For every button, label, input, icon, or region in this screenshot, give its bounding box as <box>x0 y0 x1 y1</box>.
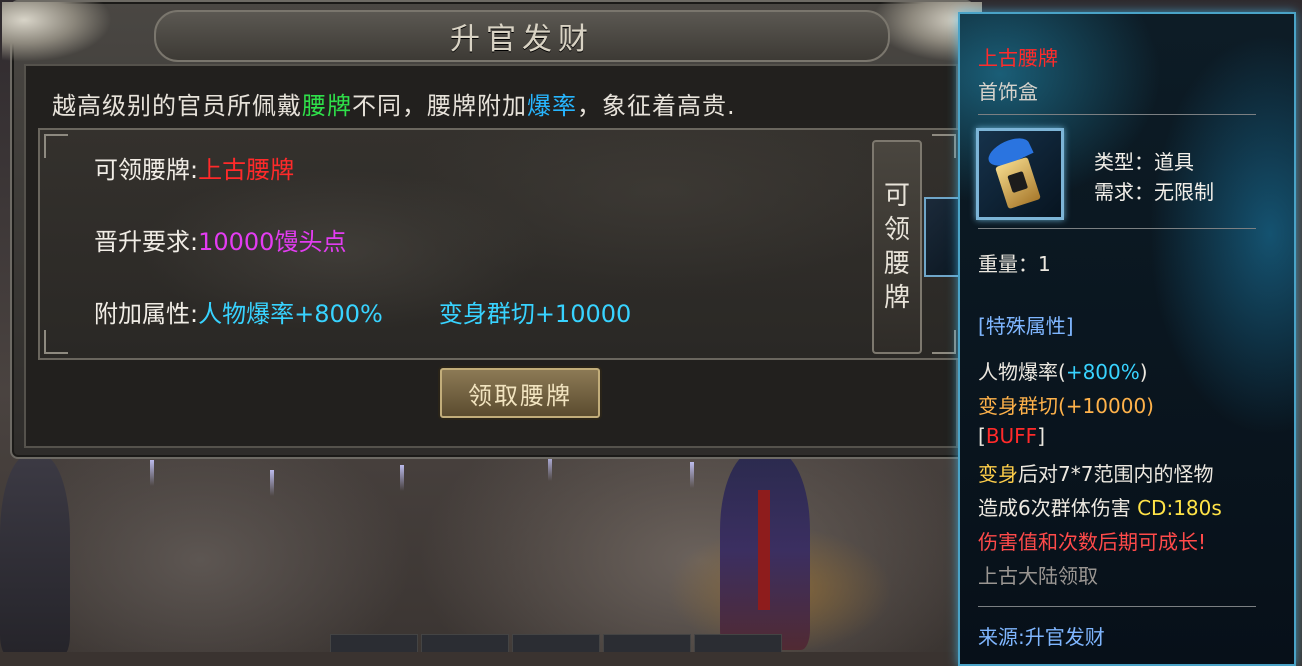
desc-highlight-droprate: 爆率 <box>527 92 577 120</box>
hotbar-slot[interactable] <box>330 634 418 652</box>
panel-description: 越高级别的官员所佩戴腰牌不同，腰牌附加爆率，象征着高贵. <box>52 86 736 121</box>
buff-desc-text: 后对7*7范围内的怪物 <box>1018 462 1214 486</box>
hotbar-slot[interactable] <box>512 634 600 652</box>
badge-value[interactable]: 上古腰牌 <box>198 156 294 184</box>
sparkle-effect <box>690 462 694 488</box>
sparkle-effect <box>150 460 154 486</box>
item-source: 来源:升官发财 <box>978 625 1105 649</box>
item-tooltip: 上古腰牌 首饰盒 类型：道具 需求：无限制 重量：1 [特殊属性] 人物爆率(+… <box>958 12 1296 666</box>
attribute-drop-rate: 人物爆率+800% <box>198 300 383 328</box>
item-name: 上古腰牌 <box>978 46 1058 70</box>
claim-badge-button[interactable]: 领取腰牌 <box>440 368 600 418</box>
corner-ornament <box>932 134 956 158</box>
vertical-char: 腰 <box>883 249 910 279</box>
desc-text: ，象征着高贵. <box>577 92 736 120</box>
hotbar-slot[interactable] <box>694 634 782 652</box>
drop-rate-label: 人物爆率( <box>978 360 1066 384</box>
drop-rate-value: +800% <box>1065 360 1140 384</box>
item-type-row: 类型：道具 <box>1094 146 1194 175</box>
buff-description-2: 造成6次群体伤害 CD:180s <box>978 492 1222 521</box>
item-container: 首饰盒 <box>978 80 1038 104</box>
corner-ornament <box>44 134 68 158</box>
item-requirement-row: 需求：无限制 <box>1094 176 1214 205</box>
requirement-value: 10000馒头点 <box>198 228 347 256</box>
badge-label: 可领腰牌: <box>94 156 199 184</box>
growth-note: 伤害值和次数后期可成长! <box>978 530 1207 554</box>
vertical-char: 可 <box>883 181 910 211</box>
desc-highlight-badge: 腰牌 <box>302 92 352 120</box>
transform-label: 变身群切 <box>978 394 1058 418</box>
buff-desc-text: 造成6次群体伤害 <box>978 496 1138 520</box>
weight-value: 1 <box>1038 252 1051 276</box>
sparkle-effect <box>270 470 274 496</box>
badge-row: 可领腰牌:上古腰牌 <box>94 150 294 185</box>
buff-text: BUFF <box>985 424 1038 448</box>
hotbar-slot[interactable] <box>603 634 691 652</box>
divider <box>978 606 1256 607</box>
attribute-label: 附加属性: <box>94 300 199 328</box>
desc-text: 不同，腰牌附加 <box>352 92 527 120</box>
buff-line: [BUFF] <box>978 424 1045 448</box>
attribute-row: 附加属性:人物爆率+800% 变身群切+10000 <box>94 294 631 329</box>
type-value: 道具 <box>1154 150 1194 174</box>
item-weight-row: 重量：1 <box>978 248 1051 277</box>
drop-rate-line: 人物爆率(+800%) <box>978 356 1148 385</box>
title-plate: 升官发财 <box>154 10 890 62</box>
buff-bracket: [ <box>978 424 986 448</box>
waist-badge-icon <box>976 128 1064 220</box>
promotion-panel: 升官发财 越高级别的官员所佩戴腰牌不同，腰牌附加爆率，象征着高贵. 可领腰牌:上… <box>2 0 982 459</box>
obtain-note: 上古大陆领取 <box>978 564 1098 588</box>
req-value: 无限制 <box>1154 180 1214 204</box>
drop-rate-close: ) <box>1139 360 1148 384</box>
sparkle-effect <box>400 465 404 491</box>
req-label: 需求： <box>1094 180 1154 204</box>
hotbar-slot[interactable] <box>421 634 509 652</box>
requirement-label: 晋升要求: <box>94 228 199 256</box>
divider <box>978 114 1256 115</box>
wing-ornament-left <box>2 2 112 62</box>
info-area: 可领腰牌:上古腰牌 晋升要求:10000馒头点 附加属性:人物爆率+800% 变身… <box>38 128 962 360</box>
hotbar <box>330 634 782 652</box>
transform-value: (+10000) <box>1058 394 1154 418</box>
player-character-left[interactable] <box>0 455 70 652</box>
corner-ornament <box>44 330 68 354</box>
buff-description: 变身后对7*7范围内的怪物 <box>978 458 1213 487</box>
weight-label: 重量： <box>978 252 1038 276</box>
claimable-badge-label: 可 领 腰 牌 <box>872 140 922 354</box>
requirement-row: 晋升要求:10000馒头点 <box>94 222 346 257</box>
divider <box>978 228 1256 229</box>
type-label: 类型： <box>1094 150 1154 174</box>
buff-desc-highlight: 变身 <box>978 462 1018 486</box>
attribute-transform: 变身群切+10000 <box>438 300 632 328</box>
desc-text: 越高级别的官员所佩戴 <box>52 92 302 120</box>
buff-bracket: ] <box>1037 424 1045 448</box>
corner-ornament <box>932 330 956 354</box>
cooldown: CD:180s <box>1137 496 1222 520</box>
vertical-char: 领 <box>883 215 910 245</box>
special-attr-header: [特殊属性] <box>978 314 1074 338</box>
vertical-char: 牌 <box>883 283 910 313</box>
npc-character[interactable] <box>720 450 810 650</box>
transform-line: 变身群切(+10000) <box>978 390 1154 419</box>
panel-title: 升官发财 <box>450 22 594 57</box>
